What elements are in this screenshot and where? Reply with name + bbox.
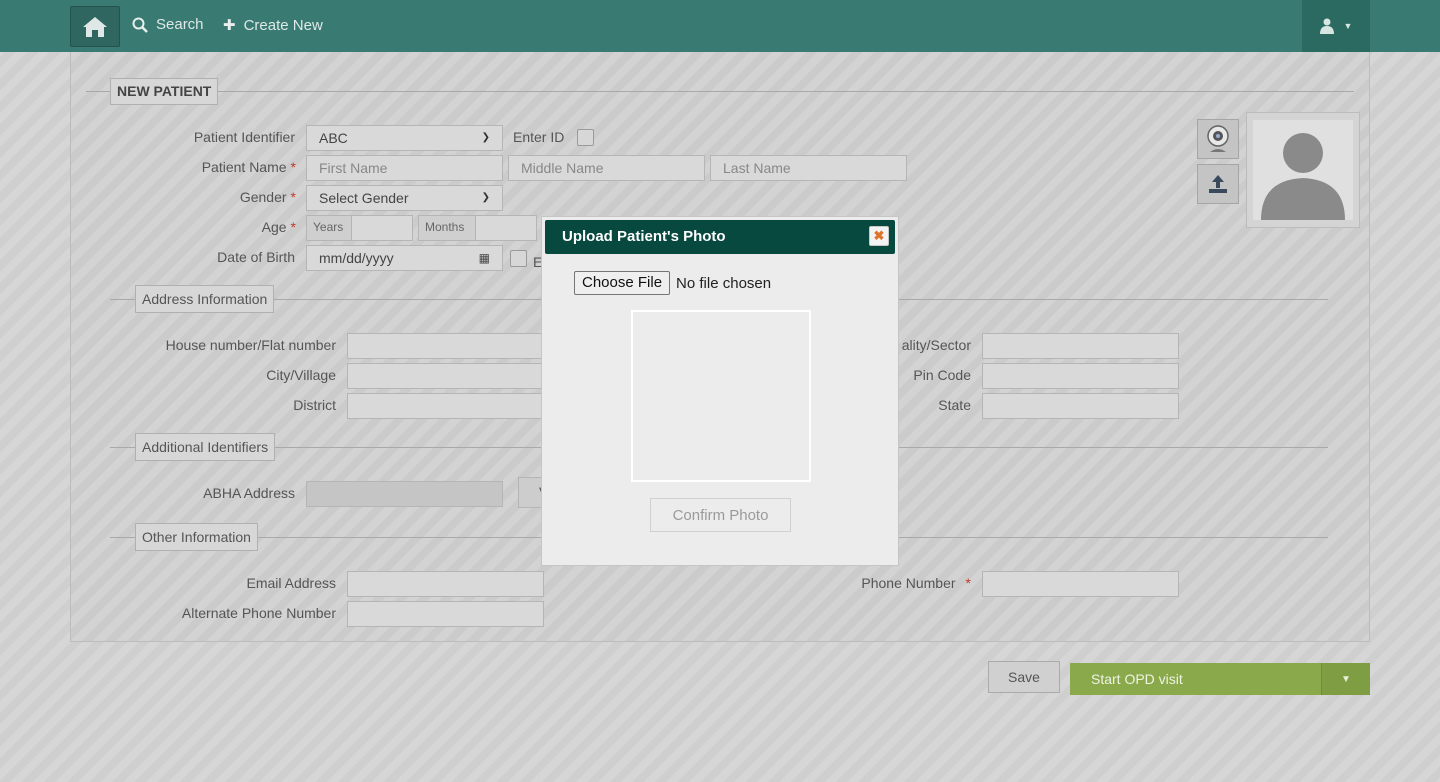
enter-id-label: Enter ID: [513, 129, 565, 145]
search-icon: [132, 17, 148, 33]
calendar-icon: ▦: [478, 251, 490, 265]
home-button[interactable]: [70, 6, 120, 47]
enter-id-checkbox[interactable]: [577, 129, 594, 146]
house-label: House number/Flat number: [165, 337, 336, 353]
patient-identifier-label: Patient Identifier: [193, 129, 295, 145]
first-name-input[interactable]: First Name: [306, 155, 503, 181]
other-legend: Other Information: [135, 523, 258, 551]
age-years-input[interactable]: [351, 215, 413, 241]
years-addon: Years: [306, 215, 352, 241]
dob-label: Date of Birth: [217, 249, 295, 265]
patient-identifier-select[interactable]: ABC ❯: [306, 125, 503, 151]
section-rule: [86, 91, 1354, 92]
locality-input[interactable]: [982, 333, 1179, 359]
estimated-checkbox[interactable]: [510, 250, 527, 267]
avatar-placeholder-icon: [1253, 120, 1353, 220]
search-label: Search: [156, 16, 204, 33]
phone-label: Phone Number *: [861, 575, 971, 591]
photo-preview: [631, 310, 811, 482]
webcam-button[interactable]: [1197, 119, 1239, 159]
caret-down-icon: ▼: [1341, 673, 1351, 685]
pin-input[interactable]: [982, 363, 1179, 389]
plus-icon: ✚: [223, 17, 236, 34]
user-menu-button[interactable]: ▼: [1302, 0, 1370, 52]
chevron-down-icon: ❯: [481, 132, 490, 143]
search-link[interactable]: Search: [132, 16, 204, 33]
age-label: Age *: [261, 219, 296, 235]
save-button[interactable]: Save: [988, 661, 1060, 693]
dob-placeholder: mm/dd/yyyy: [319, 250, 394, 266]
alt-phone-input[interactable]: [347, 601, 544, 627]
file-input[interactable]: Choose File No file chosen: [574, 271, 771, 295]
last-name-input[interactable]: Last Name: [710, 155, 907, 181]
district-input[interactable]: [347, 393, 544, 419]
gender-label: Gender *: [239, 189, 296, 205]
patient-name-label: Patient Name *: [201, 159, 296, 175]
phone-input[interactable]: [982, 571, 1179, 597]
file-status: No file chosen: [676, 274, 772, 292]
home-icon: [83, 16, 107, 37]
top-navbar: Search ✚ Create New ▼: [0, 0, 1440, 52]
email-input[interactable]: [347, 571, 544, 597]
district-label: District: [293, 397, 336, 413]
age-months-input[interactable]: [475, 215, 537, 241]
address-legend: Address Information: [135, 285, 275, 313]
create-new-label: Create New: [243, 16, 323, 34]
dialog-title: Upload Patient's Photo: [545, 220, 895, 254]
abha-input: [306, 481, 503, 507]
close-icon[interactable]: ✖: [869, 226, 889, 246]
caret-down-icon: ▼: [1343, 21, 1353, 31]
middle-name-input[interactable]: Middle Name: [508, 155, 705, 181]
alt-phone-label: Alternate Phone Number: [181, 605, 336, 621]
patient-identifier-value: ABC: [319, 130, 348, 146]
choose-file-button[interactable]: Choose File: [574, 271, 671, 295]
webcam-icon: [1207, 125, 1229, 152]
opd-dropdown-button[interactable]: ▼: [1321, 663, 1370, 695]
patient-photo: [1246, 112, 1360, 228]
page-title: NEW PATIENT: [110, 78, 219, 105]
gender-select[interactable]: Select Gender ❯: [306, 185, 503, 211]
city-input[interactable]: [347, 363, 544, 389]
upload-icon: [1209, 175, 1227, 193]
dob-input[interactable]: mm/dd/yyyy ▦: [306, 245, 503, 271]
email-label: Email Address: [246, 575, 336, 591]
confirm-photo-button[interactable]: Confirm Photo: [650, 498, 791, 532]
abha-label: ABHA Address: [203, 485, 295, 501]
chevron-down-icon: ❯: [481, 192, 490, 203]
identifiers-legend: Additional Identifiers: [135, 433, 276, 461]
user-icon: [1319, 18, 1334, 34]
upload-photo-button[interactable]: [1197, 164, 1239, 204]
gender-value: Select Gender: [319, 190, 409, 206]
upload-photo-dialog: Upload Patient's Photo ✖ Choose File No …: [541, 216, 899, 566]
create-new-link[interactable]: ✚ Create New: [223, 16, 323, 35]
state-input[interactable]: [982, 393, 1179, 419]
house-input[interactable]: [347, 333, 544, 359]
months-addon: Months: [418, 215, 476, 241]
start-opd-button[interactable]: Start OPD visit: [1070, 663, 1321, 695]
city-label: City/Village: [266, 367, 336, 383]
